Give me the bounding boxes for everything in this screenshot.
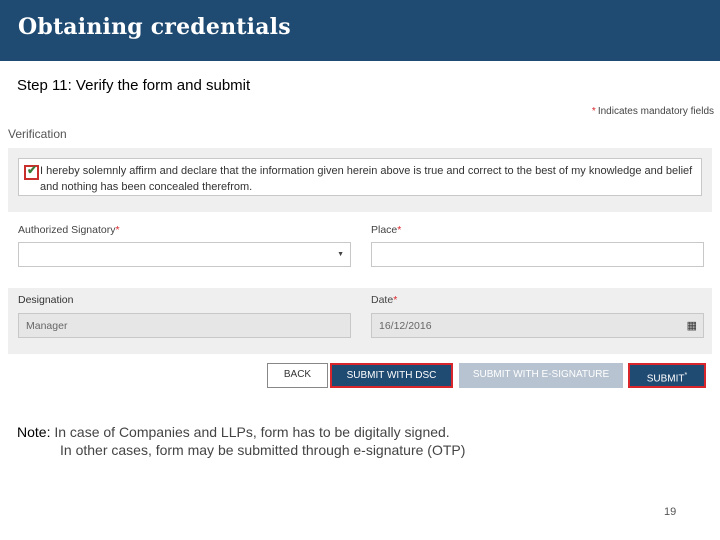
- place-input[interactable]: [371, 242, 704, 267]
- note-line-1: In case of Companies and LLPs, form has …: [50, 424, 450, 440]
- declaration-text: I hereby solemnly affirm and declare tha…: [40, 165, 693, 193]
- date-field[interactable]: 16/12/2016 ▦: [371, 313, 704, 338]
- required-star: *: [591, 106, 596, 117]
- title-bar: Obtaining credentials: [0, 0, 720, 61]
- note-block: Note: In case of Companies and LLPs, for…: [17, 423, 465, 459]
- authorized-signatory-label: Authorized Signatory*: [18, 224, 120, 236]
- submit-with-dsc-button[interactable]: SUBMIT WITH DSC: [330, 363, 453, 388]
- declaration-panel: ✔ I hereby solemnly affirm and declare t…: [8, 148, 712, 212]
- date-label: Date*: [371, 294, 398, 306]
- declaration-checkbox[interactable]: ✔: [24, 163, 39, 180]
- slide-title: Obtaining credentials: [18, 14, 291, 40]
- check-icon: ✔: [27, 163, 38, 177]
- place-label: Place*: [371, 224, 402, 236]
- note-label: Note:: [17, 424, 51, 440]
- page-number: 19: [664, 506, 677, 518]
- authorized-signatory-select[interactable]: ▼: [18, 242, 351, 267]
- back-button[interactable]: BACK: [267, 363, 328, 388]
- chevron-down-icon: ▼: [337, 251, 344, 258]
- mandatory-text: Indicates mandatory fields: [597, 106, 714, 117]
- section-title: Verification: [8, 127, 67, 141]
- note-line-2: In other cases, form may be submitted th…: [60, 442, 466, 458]
- submit-with-esignature-button[interactable]: SUBMIT WITH E-SIGNATURE: [459, 363, 623, 388]
- designation-field: Manager: [18, 313, 351, 338]
- step-instruction: Step 11: Verify the form and submit: [17, 77, 251, 94]
- submit-button[interactable]: SUBMIT*: [628, 363, 706, 388]
- declaration-box: ✔ I hereby solemnly affirm and declare t…: [18, 158, 702, 196]
- mandatory-legend: * Indicates mandatory fields: [592, 106, 714, 117]
- calendar-icon[interactable]: ▦: [687, 319, 697, 332]
- designation-label: Designation: [18, 294, 74, 306]
